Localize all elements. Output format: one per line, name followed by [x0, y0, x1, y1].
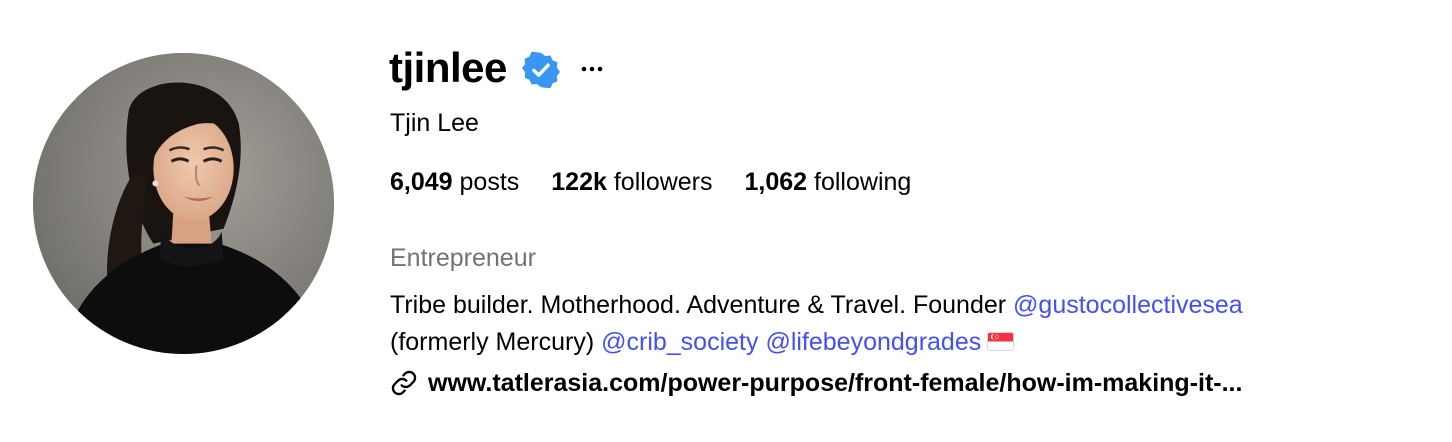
username: tjinlee — [389, 44, 507, 91]
followers-count: 122k — [551, 168, 607, 196]
posts-label: posts — [459, 168, 520, 196]
profile-title-row: tjinlee — [389, 38, 604, 98]
more-options-icon[interactable] — [580, 57, 604, 81]
bio-line-1: Tribe builder. Motherhood. Adventure & T… — [390, 287, 1243, 324]
mention-link-gustocollectivesea[interactable]: @gustocollectivesea — [1013, 291, 1243, 319]
posts-stat[interactable]: 6,049 posts — [390, 167, 519, 197]
followers-label: followers — [613, 168, 713, 196]
profile-bio: Tribe builder. Motherhood. Adventure & T… — [390, 287, 1243, 361]
following-count: 1,062 — [744, 168, 808, 196]
posts-count: 6,049 — [390, 168, 453, 196]
full-name: Tjin Lee — [390, 109, 479, 137]
external-link[interactable]: www.tatlerasia.com/power-purpose/front-f… — [389, 366, 1242, 400]
external-link-url: www.tatlerasia.com/power-purpose/front-f… — [428, 369, 1243, 397]
bio-text-2: (formerly Mercury) — [390, 328, 602, 356]
link-icon — [389, 368, 419, 398]
profile-avatar[interactable] — [33, 53, 334, 354]
mention-link-lifebeyondgrades[interactable]: @lifebeyondgrades — [765, 328, 981, 356]
verified-badge-icon — [521, 51, 560, 89]
bio-line-2: (formerly Mercury) @crib_society @lifebe… — [390, 324, 1243, 361]
following-stat[interactable]: 1,062 following — [745, 167, 912, 197]
mention-link-crib-society[interactable]: @crib_society — [601, 328, 758, 356]
bio-text-1: Tribe builder. Motherhood. Adventure & T… — [390, 291, 1014, 319]
singapore-flag-icon — [987, 332, 1015, 351]
profile-header: tjinlee Tjin Lee 6,049 posts 122k follow… — [0, 0, 1452, 442]
profile-stats: 6,049 posts 122k followers 1,062 followi… — [390, 167, 943, 197]
followers-stat[interactable]: 122k followers — [551, 167, 712, 197]
following-label: following — [814, 168, 912, 196]
profile-category: Entrepreneur — [390, 244, 536, 272]
